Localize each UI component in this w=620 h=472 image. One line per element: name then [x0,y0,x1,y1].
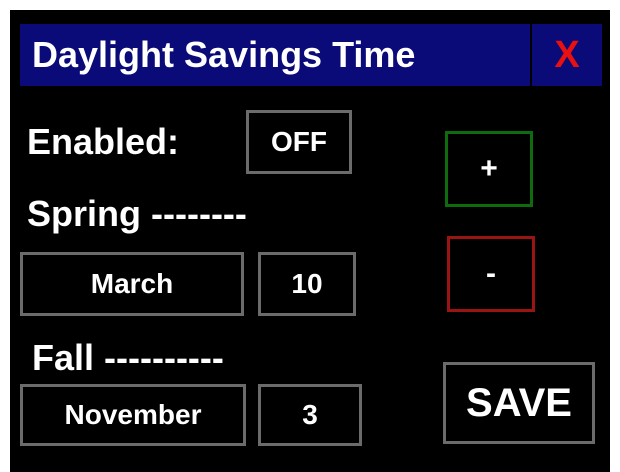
spring-month-field[interactable]: March [20,252,244,316]
spring-day-field[interactable]: 10 [258,252,356,316]
decrement-button[interactable]: - [447,236,535,312]
fall-month-field[interactable]: November [20,384,246,446]
spring-label: Spring -------- [27,193,247,234]
increment-button[interactable]: + [445,131,533,207]
enabled-toggle[interactable]: OFF [246,110,352,174]
title-bar: Daylight Savings Time [20,24,530,86]
window-title: Daylight Savings Time [32,34,416,75]
fall-label: Fall ---------- [32,337,224,378]
fall-day-field[interactable]: 3 [258,384,362,446]
save-button[interactable]: SAVE [443,362,595,444]
close-button[interactable]: X [532,24,602,86]
enabled-label: Enabled: [27,121,180,162]
dst-settings-screen: Daylight Savings Time X Enabled: OFF Spr… [10,10,610,472]
